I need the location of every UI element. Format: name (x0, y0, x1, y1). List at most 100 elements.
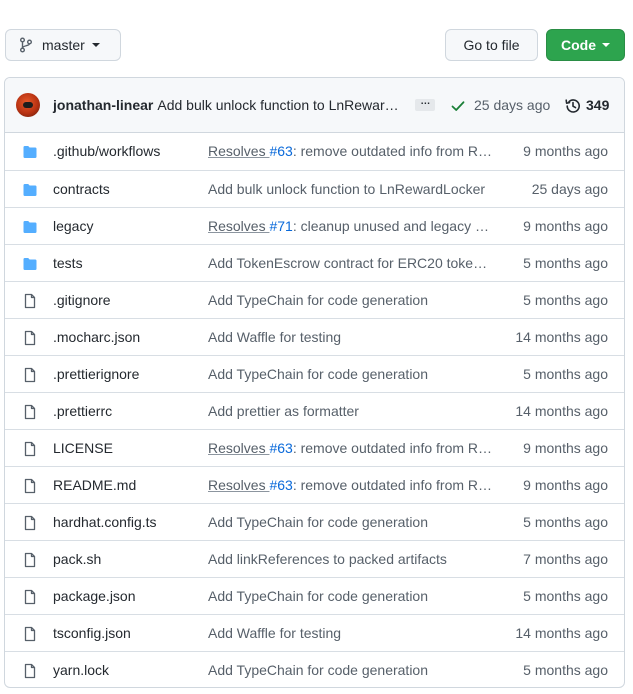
issue-link[interactable]: #63 (269, 440, 292, 456)
check-icon[interactable] (450, 98, 466, 114)
file-name-link[interactable]: legacy (53, 218, 93, 234)
commit-message-link[interactable]: Resolves #63: remove outdated info from … (208, 477, 494, 493)
commit-message-prefix[interactable]: Resolves (208, 143, 269, 159)
commit-time[interactable]: 9 months ago (523, 477, 608, 493)
commit-message-text[interactable]: Add linkReferences to packed artifacts (208, 551, 447, 567)
table-row[interactable]: .prettierrc Add prettier as formatter 14 m… (5, 392, 624, 429)
commit-time[interactable]: 14 months ago (515, 403, 608, 419)
table-row[interactable]: .mocharc.json Add Waffle for testing 14 mo… (5, 318, 624, 355)
commit-count-link[interactable]: 349 (586, 97, 609, 113)
file-name-link[interactable]: pack.sh (53, 551, 101, 567)
commit-message-link[interactable]: Add TypeChain for code generation (208, 292, 428, 308)
chevron-down-icon (91, 43, 100, 47)
commit-message-text[interactable]: : cleanup unused and legacy code (293, 218, 494, 234)
expand-commit-message-button[interactable]: … (415, 97, 436, 111)
file-name-link[interactable]: tests (53, 255, 83, 271)
file-name-link[interactable]: yarn.lock (53, 662, 109, 678)
commit-time[interactable]: 9 months ago (523, 143, 608, 159)
table-row[interactable]: .github/workflows Resolves #63: remove ou… (5, 133, 624, 170)
table-row[interactable]: README.md Resolves #63: remove outdated i… (5, 466, 624, 503)
commit-message-prefix[interactable]: Resolves (208, 440, 269, 456)
commit-message-prefix[interactable]: Resolves (208, 218, 269, 234)
commit-message-link[interactable]: Resolves #63: remove outdated info from … (208, 143, 494, 159)
commit-time[interactable]: 5 months ago (523, 514, 608, 530)
commit-message-text[interactable]: Add TypeChain for code generation (208, 514, 428, 530)
commit-message-link[interactable]: Add TypeChain for code generation (208, 662, 428, 678)
commit-time[interactable]: 7 months ago (523, 551, 608, 567)
file-name-link[interactable]: .mocharc.json (53, 329, 140, 345)
commit-message-text[interactable]: Add bulk unlock function to LnRewardLock… (208, 181, 485, 197)
file-name-link[interactable]: .github/workflows (53, 143, 160, 159)
file-icon (22, 663, 38, 679)
commit-message-link[interactable]: Add prettier as formatter (208, 403, 359, 419)
file-name-link[interactable]: hardhat.config.ts (53, 514, 157, 530)
commit-message-link[interactable]: Add TypeChain for code generation (208, 514, 428, 530)
folder-icon (22, 144, 38, 160)
commit-time[interactable]: 14 months ago (515, 625, 608, 641)
table-row[interactable]: LICENSE Resolves #63: remove outdated inf… (5, 429, 624, 466)
file-name-link[interactable]: .prettierignore (53, 366, 139, 382)
commit-message-link[interactable]: Add bulk unlock function to LnRewardLock… (157, 97, 405, 113)
commit-message-link[interactable]: Add Waffle for testing (208, 329, 341, 345)
file-name-link[interactable]: README.md (53, 477, 136, 493)
table-row[interactable]: yarn.lock Add TypeChain for code generati… (5, 651, 624, 687)
file-name-link[interactable]: LICENSE (53, 440, 113, 456)
commit-time[interactable]: 5 months ago (523, 662, 608, 678)
commit-message-text[interactable]: Add prettier as formatter (208, 403, 359, 419)
commit-time[interactable]: 5 months ago (523, 366, 608, 382)
commit-time[interactable]: 9 months ago (523, 440, 608, 456)
latest-commit-bar: jonathan-linear Add bulk unlock function… (5, 78, 624, 133)
commit-message-link[interactable]: Resolves #71: cleanup unused and legacy … (208, 218, 494, 234)
table-row[interactable]: legacy Resolves #71: cleanup unused and l… (5, 207, 624, 244)
commit-time[interactable]: 5 months ago (523, 255, 608, 271)
commit-message-text[interactable]: Add TypeChain for code generation (208, 366, 428, 382)
file-name-link[interactable]: package.json (53, 588, 136, 604)
commit-message-link[interactable]: Add linkReferences to packed artifacts (208, 551, 447, 567)
commit-message-link[interactable]: Add TokenEscrow contract for ERC20 token… (208, 255, 494, 271)
avatar[interactable] (16, 93, 40, 117)
file-name-link[interactable]: tsconfig.json (53, 625, 131, 641)
branch-select-button[interactable]: master (5, 29, 121, 61)
issue-link[interactable]: #71 (269, 218, 292, 234)
commit-message-text[interactable]: Add TypeChain for code generation (208, 662, 428, 678)
table-row[interactable]: .gitignore Add TypeChain for code generat… (5, 281, 624, 318)
file-name-link[interactable]: .prettierrc (53, 403, 112, 419)
commit-time[interactable]: 25 days ago (474, 97, 550, 113)
commit-message-text[interactable]: : remove outdated info from README (293, 477, 494, 493)
commit-author-link[interactable]: jonathan-linear (53, 97, 153, 113)
commit-time[interactable]: 14 months ago (515, 329, 608, 345)
commit-message-link[interactable]: Add bulk unlock function to LnRewardLock… (208, 181, 485, 197)
commit-message-link[interactable]: Add TypeChain for code generation (208, 366, 428, 382)
commit-time[interactable]: 9 months ago (523, 218, 608, 234)
file-name-link[interactable]: contracts (53, 181, 110, 197)
commit-time[interactable]: 25 days ago (532, 181, 608, 197)
commit-message-text[interactable]: Add Waffle for testing (208, 329, 341, 345)
git-branch-icon (20, 37, 32, 53)
go-to-file-button[interactable]: Go to file (445, 29, 538, 61)
table-row[interactable]: hardhat.config.ts Add TypeChain for code … (5, 503, 624, 540)
issue-link[interactable]: #63 (269, 477, 292, 493)
file-browser: jonathan-linear Add bulk unlock function… (4, 77, 625, 688)
commit-message-text[interactable]: : remove outdated info from README (293, 440, 494, 456)
commit-message-text[interactable]: : remove outdated info from README (293, 143, 494, 159)
table-row[interactable]: .prettierignore Add TypeChain for code ge… (5, 355, 624, 392)
commit-message-text[interactable]: Add TypeChain for code generation (208, 588, 428, 604)
history-icon[interactable] (564, 97, 582, 115)
commit-time[interactable]: 5 months ago (523, 292, 608, 308)
commit-message-text[interactable]: Add TokenEscrow contract for ERC20 token… (208, 255, 494, 271)
table-row[interactable]: tests Add TokenEscrow contract for ERC20 … (5, 244, 624, 281)
commit-message-link[interactable]: Resolves #63: remove outdated info from … (208, 440, 494, 456)
commit-message-text[interactable]: Add Waffle for testing (208, 625, 341, 641)
table-row[interactable]: pack.sh Add linkReferences to packed arti… (5, 540, 624, 577)
table-row[interactable]: tsconfig.json Add Waffle for testing 14 mo… (5, 614, 624, 651)
commit-message-prefix[interactable]: Resolves (208, 477, 269, 493)
file-name-link[interactable]: .gitignore (53, 292, 111, 308)
issue-link[interactable]: #63 (269, 143, 292, 159)
commit-message-link[interactable]: Add Waffle for testing (208, 625, 341, 641)
commit-time[interactable]: 5 months ago (523, 588, 608, 604)
table-row[interactable]: contracts Add bulk unlock function to LnR… (5, 170, 624, 207)
code-button[interactable]: Code (546, 29, 625, 61)
table-row[interactable]: package.json Add TypeChain for code gener… (5, 577, 624, 614)
commit-message-link[interactable]: Add TypeChain for code generation (208, 588, 428, 604)
commit-message-text[interactable]: Add TypeChain for code generation (208, 292, 428, 308)
